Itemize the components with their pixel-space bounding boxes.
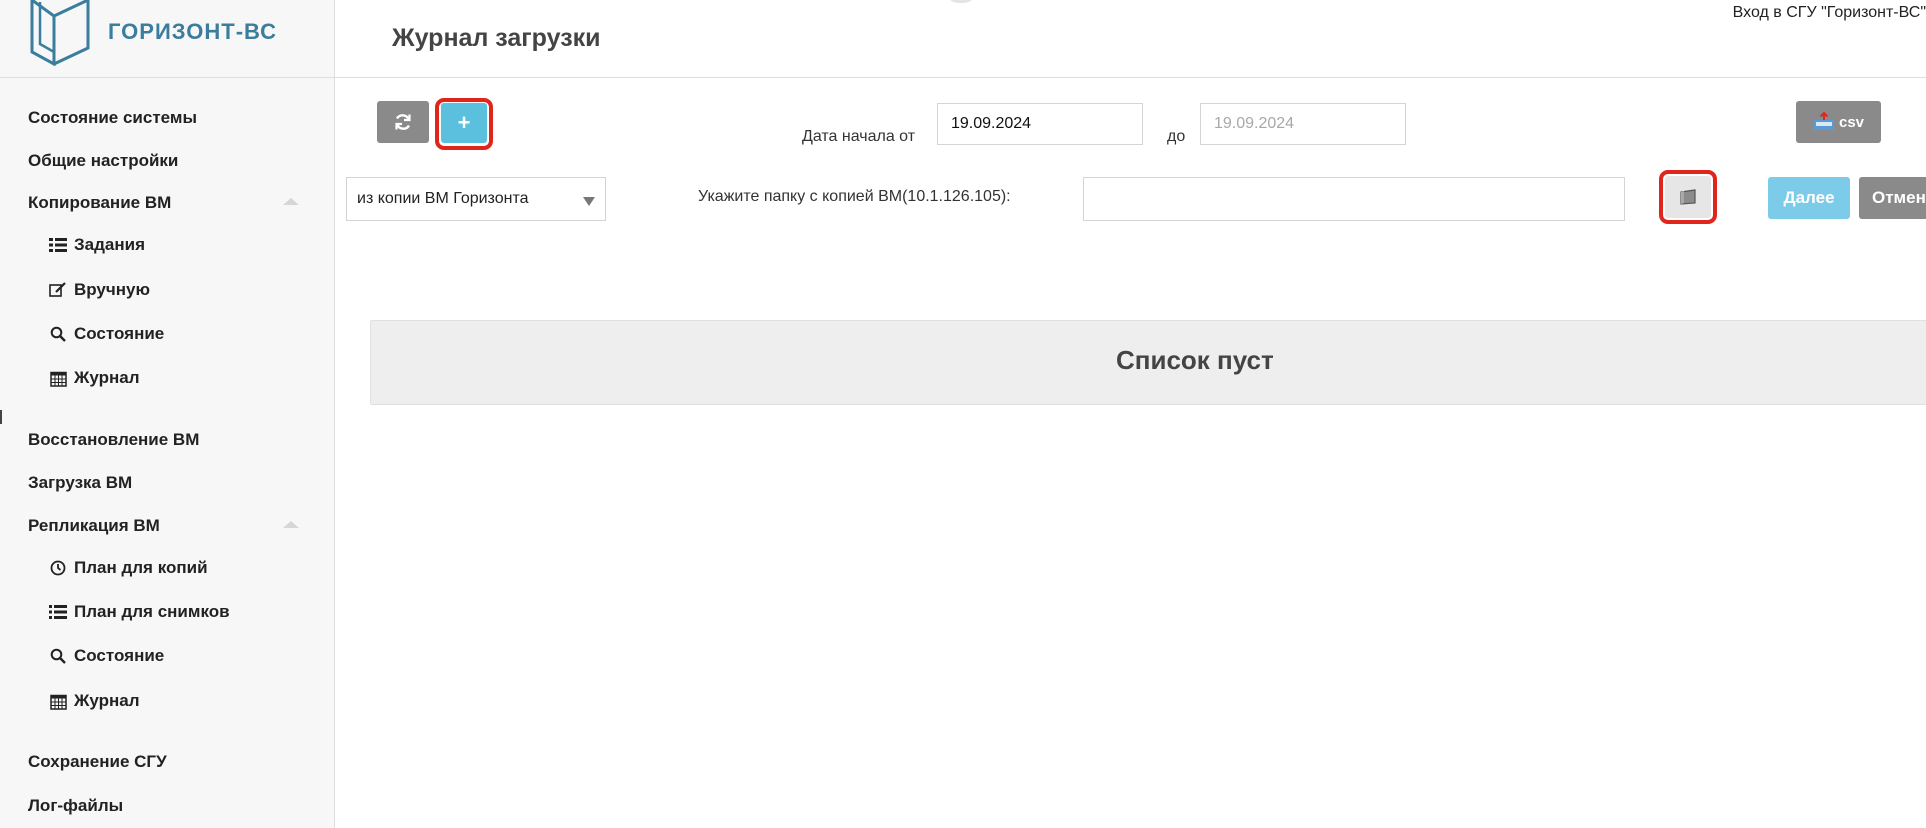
csv-export-button[interactable]: csv — [1796, 101, 1881, 143]
empty-list-panel: Список пуст — [370, 320, 1926, 405]
source-select-value: из копии ВМ Горизонта — [357, 190, 529, 207]
list-icon — [48, 605, 68, 619]
logo-icon — [30, 0, 90, 66]
nav-manual-label: Вручную — [74, 280, 151, 299]
clock-icon — [48, 560, 68, 576]
date-from-input[interactable]: 19.09.2024 — [937, 103, 1143, 145]
edit-icon — [48, 282, 68, 298]
nav-tasks[interactable]: Задания — [48, 235, 145, 255]
nav-journal[interactable]: Журнал — [48, 368, 140, 388]
date-to-label: до — [1167, 128, 1186, 145]
browse-folder-button[interactable] — [1665, 176, 1711, 218]
folder-input[interactable] — [1083, 177, 1625, 221]
login-link[interactable]: Вход в СГУ "Горизонт-ВС" — [1733, 4, 1926, 22]
scroll-marker — [0, 410, 2, 424]
nav-sgu-save[interactable]: Сохранение СГУ — [28, 752, 167, 772]
nav-vm-load[interactable]: Загрузка ВМ — [28, 473, 132, 493]
empty-list-text: Список пуст — [1116, 345, 1274, 375]
list-icon — [48, 238, 68, 252]
date-from-label: Дата начала от — [802, 128, 916, 145]
csv-label: csv — [1838, 113, 1865, 131]
nav-copy-plan-label: План для копий — [74, 558, 208, 577]
header-indicator — [950, 0, 972, 3]
collapse-vm-replication-icon[interactable] — [283, 521, 299, 528]
collapse-vm-copy-icon[interactable] — [283, 198, 299, 205]
nav-replication-journal-label: Журнал — [74, 691, 140, 710]
refresh-button[interactable] — [377, 101, 429, 143]
cancel-button[interactable]: Отмен — [1859, 177, 1926, 219]
nav-vm-restore[interactable]: Восстановление ВМ — [28, 430, 199, 450]
nav-general-settings[interactable]: Общие настройки — [28, 151, 178, 171]
nav-vm-replication[interactable]: Репликация ВМ — [28, 516, 160, 536]
search-icon — [48, 326, 68, 342]
search-icon — [48, 648, 68, 664]
nav-system-state[interactable]: Состояние системы — [28, 108, 197, 128]
nav-copy-plan[interactable]: План для копий — [48, 558, 208, 578]
source-select[interactable]: из копии ВМ Горизонта — [346, 177, 606, 221]
header: Журнал загрузки Вход в СГУ "Горизонт-ВС" — [335, 0, 1926, 78]
folder-icon — [1680, 189, 1696, 205]
nav-manual[interactable]: Вручную — [48, 280, 150, 300]
calendar-icon — [48, 370, 68, 387]
nav-status[interactable]: Состояние — [48, 324, 164, 344]
chevron-down-icon — [583, 197, 595, 206]
nav-vm-copy[interactable]: Копирование ВМ — [28, 193, 171, 213]
nav-snapshot-plan[interactable]: План для снимков — [48, 602, 230, 622]
nav-log-files[interactable]: Лог-файлы — [28, 796, 123, 816]
nav-replication-status-label: Состояние — [74, 646, 165, 665]
nav-tasks-label: Задания — [74, 235, 145, 254]
date-to-input[interactable]: 19.09.2024 — [1200, 103, 1406, 145]
nav-snapshot-plan-label: План для снимков — [74, 602, 230, 621]
refresh-icon — [395, 114, 411, 130]
folder-label: Укажите папку с копией ВМ(10.1.126.105): — [698, 188, 1011, 205]
nav-replication-journal[interactable]: Журнал — [48, 691, 140, 711]
calendar-icon — [48, 693, 68, 710]
logo-text: ГОРИЗОНТ-ВС — [108, 19, 277, 44]
add-button[interactable]: + — [441, 103, 487, 143]
nav-replication-status[interactable]: Состояние — [48, 646, 164, 666]
nav-status-label: Состояние — [74, 324, 165, 343]
page-title: Журнал загрузки — [392, 24, 601, 52]
sidebar: ГОРИЗОНТ-ВС Состояние системы Общие наст… — [0, 0, 335, 828]
logo[interactable]: ГОРИЗОНТ-ВС — [0, 0, 335, 78]
nav-journal-label: Журнал — [74, 368, 140, 387]
next-button[interactable]: Далее — [1768, 177, 1850, 219]
export-icon — [1813, 112, 1834, 130]
